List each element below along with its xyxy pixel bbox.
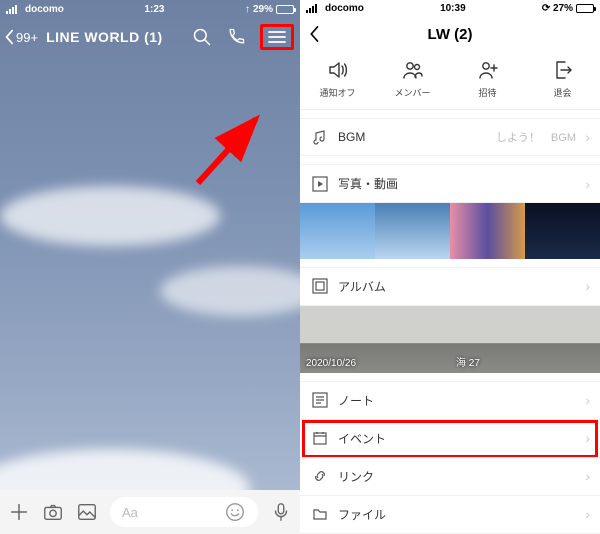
action-leave[interactable]: 退会 [533,58,593,99]
status-time: 10:39 [440,3,466,14]
action-label: 招待 [478,86,496,99]
action-members[interactable]: メンバー [383,58,443,99]
person-plus-icon [476,58,500,82]
emoji-icon[interactable] [224,501,246,523]
chat-header: 99+ LINE WORLD (1) [0,18,300,56]
mic-icon[interactable] [270,501,292,523]
row-bgm[interactable]: BGM しよう！ BGM › [300,118,600,156]
exit-icon [551,58,575,82]
carrier-label: docomo [325,3,364,14]
settings-header: LW (2) [300,17,600,52]
album-icon [312,278,328,294]
plus-icon[interactable] [8,501,30,523]
status-time: 1:23 [144,4,164,15]
album-thumb[interactable]: 2020/10/26 [300,306,450,373]
row-label: イベント [338,430,386,447]
chevron-left-icon [4,29,14,45]
chevron-right-icon: › [585,278,590,294]
action-label: 通知オフ [319,86,355,99]
hamburger-icon [268,30,286,44]
action-label: 退会 [553,86,571,99]
row-photos[interactable]: 写真・動画 › [300,164,600,203]
row-label: 写真・動画 [338,175,398,192]
unread-count: 99+ [16,30,38,45]
row-album[interactable]: アルバム › [300,267,600,306]
status-bar-right: docomo 10:39 ⟳ 27% [300,0,600,17]
row-note[interactable]: ノート › [300,381,600,420]
row-label: ノート [338,392,374,409]
phone-icon[interactable] [226,27,246,47]
row-link[interactable]: リンク › [300,458,600,496]
album-date: 海 27 [456,354,480,369]
action-mute[interactable]: 通知オフ [308,58,368,99]
photo-thumbs[interactable] [300,203,600,259]
row-right-text: しよう！ BGM [496,129,576,145]
speaker-icon [326,58,350,82]
chevron-right-icon: › [585,430,590,446]
thumb[interactable] [450,203,525,259]
battery-icon [576,4,594,13]
gallery-icon[interactable] [76,501,98,523]
chevron-right-icon: › [585,468,590,484]
row-label: BGM [338,130,365,144]
chevron-left-icon [308,25,320,43]
location-arrow-icon: ↑ [245,4,250,15]
message-input[interactable]: Aa [110,497,258,527]
chat-settings-screen: docomo 10:39 ⟳ 27% LW (2) 通知オフ メンバー 招待 退… [300,0,600,534]
note-icon [312,392,328,408]
chevron-right-icon: › [585,506,590,522]
row-label: アルバム [338,278,386,295]
back-button[interactable] [308,25,320,43]
chevron-right-icon: › [585,176,590,192]
row-label: ファイル [338,506,386,523]
calendar-icon [312,430,328,446]
thumb[interactable] [375,203,450,259]
annotation-arrow-icon [190,111,270,191]
album-date: 2020/10/26 [306,358,356,369]
play-box-icon [312,176,328,192]
chat-background [0,56,300,534]
settings-title: LW (2) [428,26,473,43]
thumb[interactable] [300,203,375,259]
chat-input-bar: Aa [0,490,300,534]
signal-icon [6,5,17,14]
music-icon [312,129,328,145]
chevron-right-icon: › [585,129,590,145]
carrier-label: docomo [25,4,64,15]
signal-icon [306,4,317,13]
camera-icon[interactable] [42,501,64,523]
folder-icon [312,506,328,522]
action-invite[interactable]: 招待 [458,58,518,99]
link-icon [312,468,328,484]
people-icon [401,58,425,82]
album-thumbs[interactable]: 2020/10/26 海 27 [300,306,600,373]
row-event[interactable]: イベント › [300,420,600,458]
action-row: 通知オフ メンバー 招待 退会 [300,52,600,110]
search-icon[interactable] [192,27,212,47]
chevron-right-icon: › [585,392,590,408]
action-label: メンバー [394,86,430,99]
chat-screen: docomo 1:23 ↑ 29% 99+ LINE WORLD (1) [0,0,300,534]
battery-pct: ⟳ 27% [542,3,573,14]
battery-pct: 29% [253,4,273,15]
message-placeholder: Aa [122,505,138,520]
row-label: リンク [338,468,374,485]
chat-title: LINE WORLD (1) [46,29,163,45]
album-thumb[interactable]: 海 27 [450,306,600,373]
battery-icon [276,5,294,14]
row-file[interactable]: ファイル › [300,496,600,534]
status-bar-left: docomo 1:23 ↑ 29% [0,0,300,18]
back-button[interactable]: 99+ [4,29,38,45]
thumb[interactable] [525,203,600,259]
menu-button[interactable] [260,24,294,50]
